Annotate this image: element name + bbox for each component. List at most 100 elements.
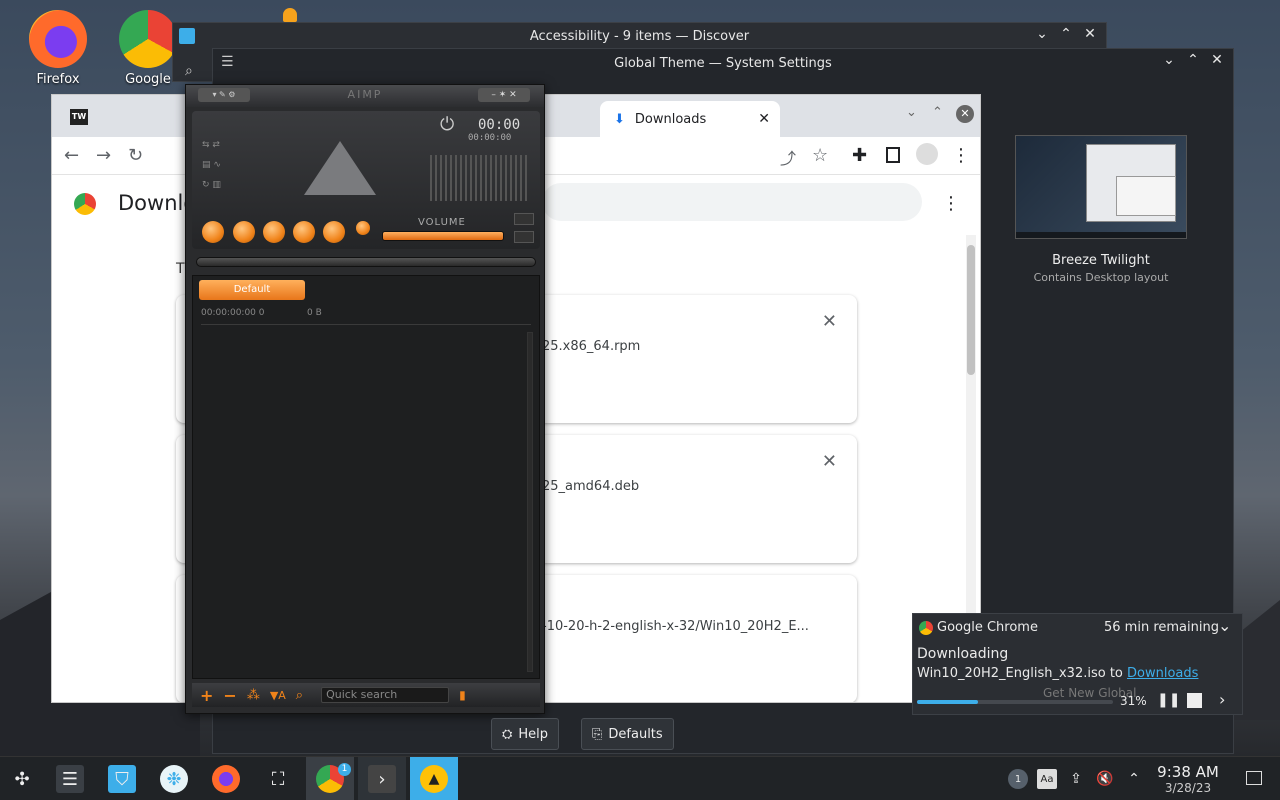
eq-button[interactable] xyxy=(514,213,534,225)
chrome-logo-icon xyxy=(74,193,96,215)
divider xyxy=(201,324,531,325)
remove-download-icon[interactable]: ✕ xyxy=(822,451,837,472)
firefox-task-icon[interactable] xyxy=(212,765,240,793)
search-downloads-input[interactable] xyxy=(542,183,922,221)
minimize-icon[interactable]: ⌄ xyxy=(1161,52,1177,68)
download-progress xyxy=(917,700,1113,704)
download-filename[interactable]: -10-20-h-2-english-x-32/Win10_20H2_E... xyxy=(542,619,809,634)
quick-search-input[interactable]: Quick search xyxy=(321,687,450,703)
volume-muted-icon[interactable]: 🔇 xyxy=(1095,769,1115,789)
defaults-label: Defaults xyxy=(608,726,663,742)
download-notification[interactable]: Google Chrome 56 min remaining ⌄ Downloa… xyxy=(912,613,1243,715)
clock-time[interactable]: 9:38 AM xyxy=(1150,763,1226,781)
share-icon[interactable]: ⤴ xyxy=(780,145,796,169)
maximize-icon[interactable]: ⌃ xyxy=(932,105,943,120)
aimp-bottom-bar: + − ⁂ ▼A ⌕ Quick search ▮ xyxy=(192,683,540,707)
aimp-task-icon[interactable]: ▲ xyxy=(420,765,448,793)
playlist-tab-default[interactable]: Default xyxy=(199,280,305,300)
play-button[interactable] xyxy=(202,221,224,243)
tab-downloads[interactable]: ⬇ Downloads ✕ xyxy=(600,101,780,137)
time-remaining: 56 min remaining xyxy=(1104,620,1219,635)
desktop-icon-label: Google xyxy=(125,72,171,87)
chevron-right-icon[interactable]: › xyxy=(1219,690,1225,709)
aimp-mode-buttons[interactable]: ⇆ ⇄ ▤ ∿ ↻ ▥ xyxy=(202,135,252,195)
window-title: Accessibility - 9 items — Discover xyxy=(529,28,750,44)
power-icon[interactable]: ⏻ xyxy=(440,114,454,135)
forward-icon[interactable]: → xyxy=(96,145,111,166)
search-icon[interactable]: ⌕ xyxy=(296,688,303,703)
stop-button[interactable] xyxy=(263,221,285,243)
playlist-file-icon[interactable]: ▮ xyxy=(459,688,466,702)
defaults-button[interactable]: ⎘ Defaults xyxy=(581,718,674,750)
scrollbar-thumb[interactable] xyxy=(967,245,975,375)
volume-slider[interactable] xyxy=(382,231,504,241)
system-settings-task-icon[interactable]: ☰ xyxy=(56,765,84,793)
theme-preview-thumbnail[interactable] xyxy=(1015,135,1187,239)
select-icon[interactable]: ⁂ xyxy=(247,688,260,703)
desktop-icon-partial[interactable] xyxy=(283,8,297,22)
more-actions-icon[interactable]: ⋮ xyxy=(942,193,960,214)
tab-label: Downloads xyxy=(634,111,707,127)
remove-icon[interactable]: − xyxy=(223,686,236,705)
close-icon[interactable]: ✕ xyxy=(1082,26,1098,42)
stop-icon[interactable] xyxy=(1187,693,1202,708)
playlist-scrollbar[interactable] xyxy=(527,332,533,672)
pause-icon[interactable]: ❚❚ xyxy=(1157,692,1180,708)
help-icon: ⛭ xyxy=(502,726,513,742)
playlist-size: 0 B xyxy=(307,308,322,318)
window-manager-icon[interactable]: ⛶ xyxy=(264,765,292,793)
next-button[interactable] xyxy=(323,221,345,243)
keyboard-layout-icon[interactable]: Aa xyxy=(1037,769,1057,789)
window-title: Global Theme — System Settings xyxy=(614,55,832,71)
aimp-player-window: ▾ ✎ ⚙ AIMP – ✶ ✕ ⇆ ⇄ ▤ ∿ ↻ ▥ ⏻ 00:00 00:00… xyxy=(185,84,545,714)
help-button[interactable]: ⛭ Help xyxy=(491,718,560,750)
time-counter-small: 00:00:00 xyxy=(468,133,512,143)
show-desktop-icon[interactable] xyxy=(1246,771,1262,785)
extensions-icon[interactable]: ✚ xyxy=(852,145,867,166)
back-icon[interactable]: ← xyxy=(64,145,79,166)
discover-titlebar[interactable]: Accessibility - 9 items — Discover ⌄ ⌃ ✕ xyxy=(173,23,1106,49)
taskbar: ✣ ☰ ⛉ ❉ ⛶ 1 › ▲ 1 Aa ⇪ 🔇 ⌃ 9:38 AM 3/28/… xyxy=(0,756,1280,800)
sort-icon[interactable]: ▼A xyxy=(270,689,286,702)
reload-icon[interactable]: ↻ xyxy=(128,145,143,166)
bookmark-star-icon[interactable]: ☆ xyxy=(812,145,828,166)
search-icon[interactable]: ⌕ xyxy=(185,63,193,79)
aimp-titlebar[interactable]: ▾ ✎ ⚙ AIMP – ✶ ✕ xyxy=(186,85,544,107)
tab-close-icon[interactable]: ✕ xyxy=(758,111,770,127)
updates-tray-icon[interactable]: 1 xyxy=(1008,769,1028,789)
side-panel-icon[interactable] xyxy=(886,147,900,163)
app-launcher-icon[interactable]: ✣ xyxy=(8,765,36,793)
remove-download-icon[interactable]: ✕ xyxy=(822,311,837,332)
tw-tab-icon[interactable]: TW xyxy=(70,109,88,125)
pause-button[interactable] xyxy=(233,221,255,243)
network-icon[interactable]: ⇪ xyxy=(1066,769,1086,789)
download-filename[interactable]: 25_amd64.deb xyxy=(542,479,639,494)
notification-heading: Downloading xyxy=(917,646,1009,662)
terminal-task-icon[interactable]: › xyxy=(368,765,396,793)
clock-date[interactable]: 3/28/23 xyxy=(1150,781,1226,795)
close-icon[interactable]: ✕ xyxy=(1209,52,1225,68)
time-counter: 00:00 xyxy=(478,117,521,133)
menu-icon[interactable]: ⋮ xyxy=(952,145,970,166)
add-icon[interactable]: + xyxy=(200,686,213,705)
playlist-toggle-button[interactable] xyxy=(514,231,534,243)
previous-button[interactable] xyxy=(293,221,315,243)
kde-connect-task-icon[interactable]: ❉ xyxy=(160,765,188,793)
downloads-link[interactable]: Downloads xyxy=(1127,666,1198,681)
profile-avatar[interactable] xyxy=(916,143,938,165)
discover-task-icon[interactable]: ⛉ xyxy=(108,765,136,793)
chevron-up-icon[interactable]: ⌃ xyxy=(1124,769,1144,789)
minimize-icon[interactable]: ⌄ xyxy=(906,105,917,120)
settings-titlebar[interactable]: ☰ Global Theme — System Settings ⌄ ⌃ ✕ xyxy=(213,49,1233,77)
download-filename[interactable]: 25.x86_64.rpm xyxy=(542,339,640,354)
eject-button[interactable] xyxy=(356,221,370,235)
minimize-icon[interactable]: ⌄ xyxy=(1034,26,1050,42)
aimp-window-controls[interactable]: – ✶ ✕ xyxy=(478,88,530,102)
seek-bar[interactable] xyxy=(196,257,536,267)
close-icon[interactable]: ✕ xyxy=(956,105,974,123)
playlist-panel: Default 00:00:00:00 0 0 B xyxy=(192,275,540,679)
maximize-icon[interactable]: ⌃ xyxy=(1058,26,1074,42)
maximize-icon[interactable]: ⌃ xyxy=(1185,52,1201,68)
desktop-icon-firefox[interactable]: Firefox xyxy=(18,10,98,87)
chevron-down-icon[interactable]: ⌄ xyxy=(1218,616,1231,635)
